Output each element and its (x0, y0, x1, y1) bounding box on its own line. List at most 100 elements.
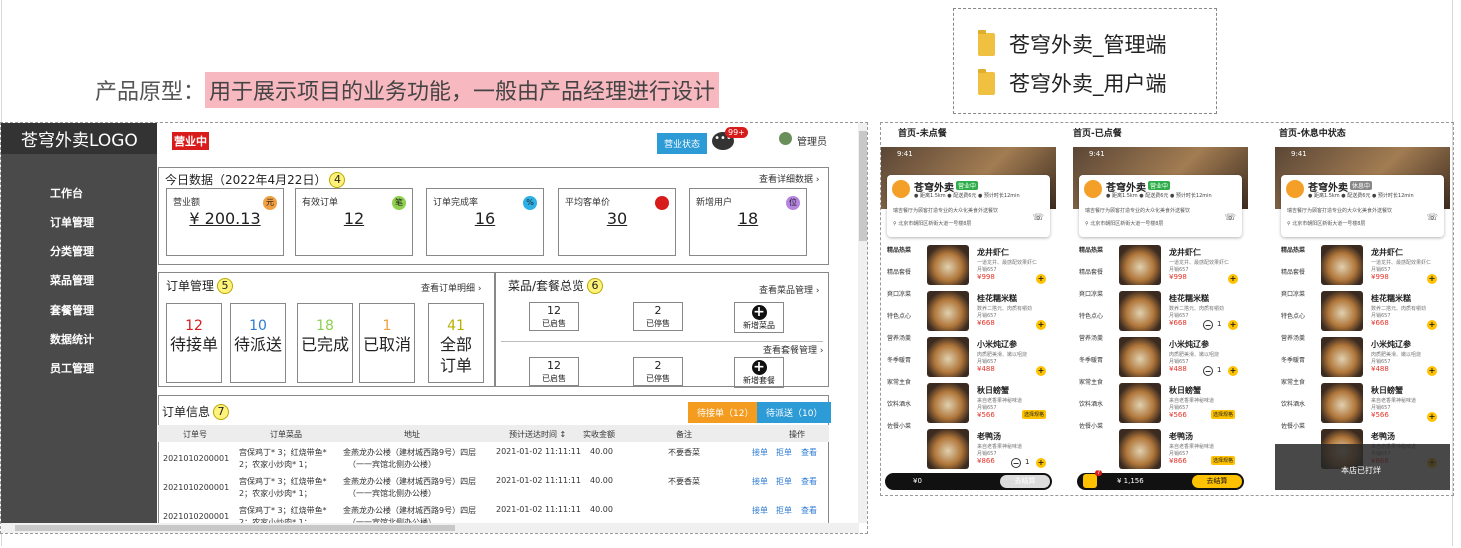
combo-off-sale[interactable]: 2 已停售 (633, 357, 683, 386)
stat-card[interactable]: 新增用户 位 18 (689, 188, 807, 256)
order-status-box[interactable]: 18 已完成 (297, 303, 353, 383)
menu-categories[interactable]: 分类管理 (50, 243, 94, 259)
category-item[interactable]: 冬季暖胃 (1281, 355, 1305, 364)
reject-button[interactable]: 拒单 (776, 505, 792, 516)
view-button[interactable]: 查看 (801, 476, 817, 487)
combo-on-sale[interactable]: 12 已启售 (529, 357, 579, 386)
order-status-box[interactable]: 10 待派送 (230, 303, 286, 383)
category-item[interactable]: 精品套餐 (887, 267, 911, 276)
menu-orders[interactable]: 订单管理 (50, 214, 94, 230)
plus-button[interactable]: + (1036, 366, 1046, 376)
dish-off-sale[interactable]: 2 已停售 (633, 302, 683, 331)
select-spec-button[interactable]: 选择规格 (1211, 410, 1236, 419)
plus-button[interactable]: + (1228, 274, 1238, 284)
plus-button[interactable]: + (1427, 366, 1437, 376)
dish-on-sale[interactable]: 12 已启售 (529, 302, 579, 331)
category-item[interactable]: 特色点心 (1079, 311, 1103, 320)
add-dish-button[interactable]: + 新增菜品 (734, 302, 784, 333)
category-item[interactable]: 营养汤羹 (887, 333, 911, 342)
menu-workbench[interactable]: 工作台 (50, 185, 83, 201)
category-item[interactable]: 精品热菜 (1281, 245, 1305, 254)
category-item[interactable]: 精品套餐 (1281, 267, 1305, 276)
file-user[interactable]: 苍穹外卖_用户端 (978, 68, 1167, 98)
category-item[interactable]: 佐餐小菜 (887, 421, 911, 430)
plus-button[interactable]: + (1036, 274, 1046, 284)
category-item[interactable]: 爽口凉菜 (887, 289, 911, 298)
category-item[interactable]: 家常主食 (887, 377, 911, 386)
category-item[interactable]: 精品套餐 (1079, 267, 1103, 276)
menu-dishes[interactable]: 菜品管理 (50, 272, 94, 288)
category-item[interactable]: 饮料酒水 (1079, 399, 1103, 408)
category-item[interactable]: 家常主食 (1281, 377, 1305, 386)
accept-button[interactable]: 接单 (752, 505, 768, 516)
category-item[interactable]: 佐餐小菜 (1281, 421, 1305, 430)
plus-button[interactable]: + (1036, 458, 1046, 468)
plus-button[interactable]: + (1036, 320, 1046, 330)
cart-bar[interactable]: 7 ¥ 1,156 去结算 (1077, 470, 1244, 490)
minus-button[interactable]: − (1203, 366, 1213, 376)
pending-orders-button[interactable]: 待接单（12） (688, 402, 763, 423)
stat-card[interactable]: 有效订单 笔 12 (295, 188, 413, 256)
checkout-button[interactable]: 去结算 (1192, 475, 1242, 488)
phone-icon[interactable]: ☏ (1427, 213, 1438, 223)
category-item[interactable]: 冬季暖胃 (1079, 355, 1103, 364)
category-item[interactable]: 饮料酒水 (1281, 399, 1305, 408)
minus-button[interactable]: − (1203, 320, 1213, 330)
dishes-detail-link[interactable]: 查看菜品管理 › (759, 283, 819, 296)
today-detail-link[interactable]: 查看详细数据 › (759, 172, 819, 185)
category-item[interactable]: 精品热菜 (1079, 245, 1103, 254)
menu-statistics[interactable]: 数据统计 (50, 331, 94, 347)
plus-button[interactable]: + (1427, 274, 1437, 284)
stat-value[interactable]: ¥ 200.13 (167, 209, 283, 228)
order-status-box[interactable]: 1 已取消 (359, 303, 415, 383)
stat-card[interactable]: 平均客单价 30 (558, 188, 676, 256)
user-name[interactable]: 管理员 (797, 133, 827, 148)
category-item[interactable]: 爽口凉菜 (1281, 289, 1305, 298)
category-item[interactable]: 饮料酒水 (887, 399, 911, 408)
plus-button[interactable]: + (1228, 366, 1238, 376)
category-item[interactable]: 特色点心 (887, 311, 911, 320)
plus-button[interactable]: + (1427, 412, 1437, 422)
accept-button[interactable]: 接单 (752, 476, 768, 487)
stat-value[interactable]: 16 (427, 209, 543, 228)
add-combo-button[interactable]: + 新增套餐 (734, 357, 784, 388)
scroll-thumb[interactable] (859, 131, 867, 241)
order-status-box[interactable]: 41 全部订单 (428, 303, 484, 383)
stat-card[interactable]: 营业额 元 ¥ 200.13 (166, 188, 284, 256)
plus-button[interactable]: + (1228, 320, 1238, 330)
checkout-button[interactable]: 去结算 (1000, 475, 1050, 488)
accept-button[interactable]: 接单 (752, 447, 768, 458)
stat-value[interactable]: 18 (690, 209, 806, 228)
minus-button[interactable]: − (1011, 458, 1021, 468)
cart-bar[interactable]: ¥0 去结算 (885, 473, 1052, 490)
category-item[interactable]: 冬季暖胃 (887, 355, 911, 364)
category-item[interactable]: 特色点心 (1281, 311, 1305, 320)
view-button[interactable]: 查看 (801, 505, 817, 516)
category-item[interactable]: 家常主食 (1079, 377, 1103, 386)
order-status-box[interactable]: 12 待接单 (166, 303, 222, 383)
stat-card[interactable]: 订单完成率 % 16 (426, 188, 544, 256)
plus-button[interactable]: + (1427, 320, 1437, 330)
phone-icon[interactable]: ☏ (1033, 213, 1044, 223)
combos-detail-link[interactable]: 查看套餐管理 › (763, 343, 823, 356)
vertical-scrollbar[interactable] (858, 123, 867, 523)
view-button[interactable]: 查看 (801, 447, 817, 458)
category-item[interactable]: 爽口凉菜 (1079, 289, 1103, 298)
scroll-thumb[interactable] (15, 525, 455, 531)
category-item[interactable]: 佐餐小菜 (1079, 421, 1103, 430)
select-spec-button[interactable]: 选择规格 (1211, 456, 1236, 465)
stat-value[interactable]: 30 (559, 209, 675, 228)
phone-icon[interactable]: ☏ (1225, 213, 1236, 223)
menu-combos[interactable]: 套餐管理 (50, 302, 94, 318)
col-eta[interactable]: 预计送达时间 ↕ (509, 429, 566, 440)
stat-value[interactable]: 12 (296, 209, 412, 228)
category-item[interactable]: 营养汤羹 (1079, 333, 1103, 342)
orders-detail-link[interactable]: 查看订单明细 › (421, 281, 481, 294)
menu-employees[interactable]: 员工管理 (50, 360, 94, 376)
delivering-orders-button[interactable]: 待派送（10） (757, 402, 832, 423)
file-admin[interactable]: 苍穹外卖_管理端 (978, 29, 1167, 59)
status-button[interactable]: 营业状态 (657, 133, 708, 154)
category-item[interactable]: 精品热菜 (887, 245, 911, 254)
reject-button[interactable]: 拒单 (776, 447, 792, 458)
avatar[interactable] (779, 132, 792, 145)
